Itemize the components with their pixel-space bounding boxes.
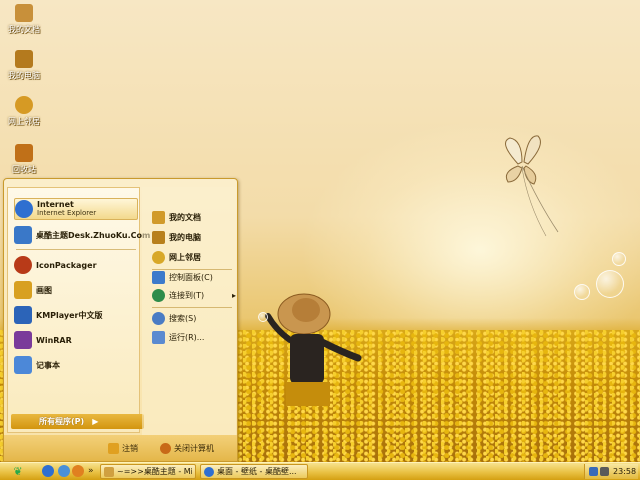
desktop-icon-label: 我的文档 [8,25,40,34]
desktop-icon-my-documents[interactable]: 我的文档 [4,4,44,35]
start-item-zhuoku-theme[interactable]: 桌酷主题Desk.ZhuoKu.Com [14,224,150,246]
my-computer-icon [152,230,165,244]
start-menu-footer: 注销 关闭计算机 [4,435,237,461]
folder-documents-icon [15,4,33,22]
start-item-iconpackager[interactable]: IconPackager [14,254,138,276]
all-programs-button[interactable]: 所有程序(P) ▶ [11,414,144,429]
start-place-network[interactable]: 网上邻居 [152,249,236,265]
start-menu-programs-pane: Internet Internet Explorer 桌酷主题Desk.Zhuo… [7,187,150,433]
media-player-icon[interactable] [72,465,84,477]
start-menu: Internet Internet Explorer 桌酷主题Desk.Zhuo… [3,178,238,462]
control-panel-icon [152,270,165,284]
my-network-icon [152,250,165,264]
logoff-button[interactable]: 注销 [108,443,138,454]
run-icon [152,330,165,344]
start-item-internet[interactable]: Internet Internet Explorer [14,198,138,220]
child-with-hat-image [265,293,362,406]
folder-window-icon [104,466,114,477]
bubble [596,270,624,298]
quicklaunch-overflow-icon[interactable]: » [88,466,94,476]
start-item-paint[interactable]: 画图 [14,279,138,301]
show-desktop-icon[interactable] [58,465,70,477]
computer-icon [15,50,33,68]
internet-subtitle: Internet Explorer [37,209,97,217]
bubble [574,284,590,300]
start-item-winrar[interactable]: WinRAR [14,329,138,351]
desktop-icon-my-computer[interactable]: 我的电脑 [4,50,44,81]
system-tray: 23:58 [584,464,638,479]
shutdown-button[interactable]: 关闭计算机 [160,443,214,454]
start-control-panel[interactable]: 控制面板(C) [152,269,236,285]
start-search[interactable]: 搜索(S) [152,310,236,326]
task-button-zhuoku-folder[interactable]: ~=>>桌酷主题 - Mic... [100,464,196,479]
start-menu-places-pane: 我的文档 我的电脑 网上邻居 控制面板(C) 连接到(T) ▸ 搜索(S) 运行… [142,187,236,447]
taskbar-clock[interactable]: 23:58 [613,467,636,476]
iconpackager-icon [14,256,32,274]
start-place-my-documents[interactable]: 我的文档 [152,209,236,225]
connect-to-icon [152,288,165,302]
notepad-icon [14,356,32,374]
pinned-separator [16,249,136,250]
internet-explorer-icon [15,200,33,218]
taskbar: ❦ » ~=>>桌酷主题 - Mic... 桌面 - 壁纸 - 桌酷壁... 2… [0,462,640,480]
ie-window-icon [204,466,214,477]
desktop-icon-label: 网上邻居 [8,117,40,126]
start-connect-to[interactable]: 连接到(T) ▸ [152,287,236,303]
ie-quicklaunch-icon[interactable] [42,465,54,477]
zhuoku-theme-icon [14,226,32,244]
start-logo-icon: ❦ [13,465,23,478]
logoff-icon [108,443,119,454]
network-tray-icon[interactable] [589,467,598,476]
search-icon [152,311,165,325]
recycle-bin-icon [15,144,33,162]
task-button-ie-wallpaper[interactable]: 桌面 - 壁纸 - 桌酷壁... [200,464,308,479]
arrow-right-icon: ▶ [92,417,99,426]
desktop-icon-label: 回收站 [12,165,36,174]
bubble [258,312,268,322]
network-icon [15,96,33,114]
butterfly-kite-image [505,135,559,237]
start-item-kmplayer[interactable]: KMPlayer中文版 [14,304,138,326]
winrar-icon [14,331,32,349]
desktop-icon-label: 我的电脑 [8,71,40,80]
start-button[interactable]: ❦ [2,464,34,479]
submenu-arrow-icon: ▸ [231,290,236,300]
volume-tray-icon[interactable] [600,467,609,476]
paint-icon [14,281,32,299]
desktop-icon-recycle-bin[interactable]: 回收站 [4,144,44,175]
kmplayer-icon [14,306,32,324]
system-separator [152,307,232,308]
shutdown-icon [160,443,171,454]
my-documents-icon [152,210,165,224]
bubble [612,252,626,266]
start-run[interactable]: 运行(R)... [152,329,236,345]
desktop-icon-network[interactable]: 网上邻居 [4,96,44,127]
start-item-notepad[interactable]: 记事本 [14,354,138,376]
start-place-my-computer[interactable]: 我的电脑 [152,229,236,245]
